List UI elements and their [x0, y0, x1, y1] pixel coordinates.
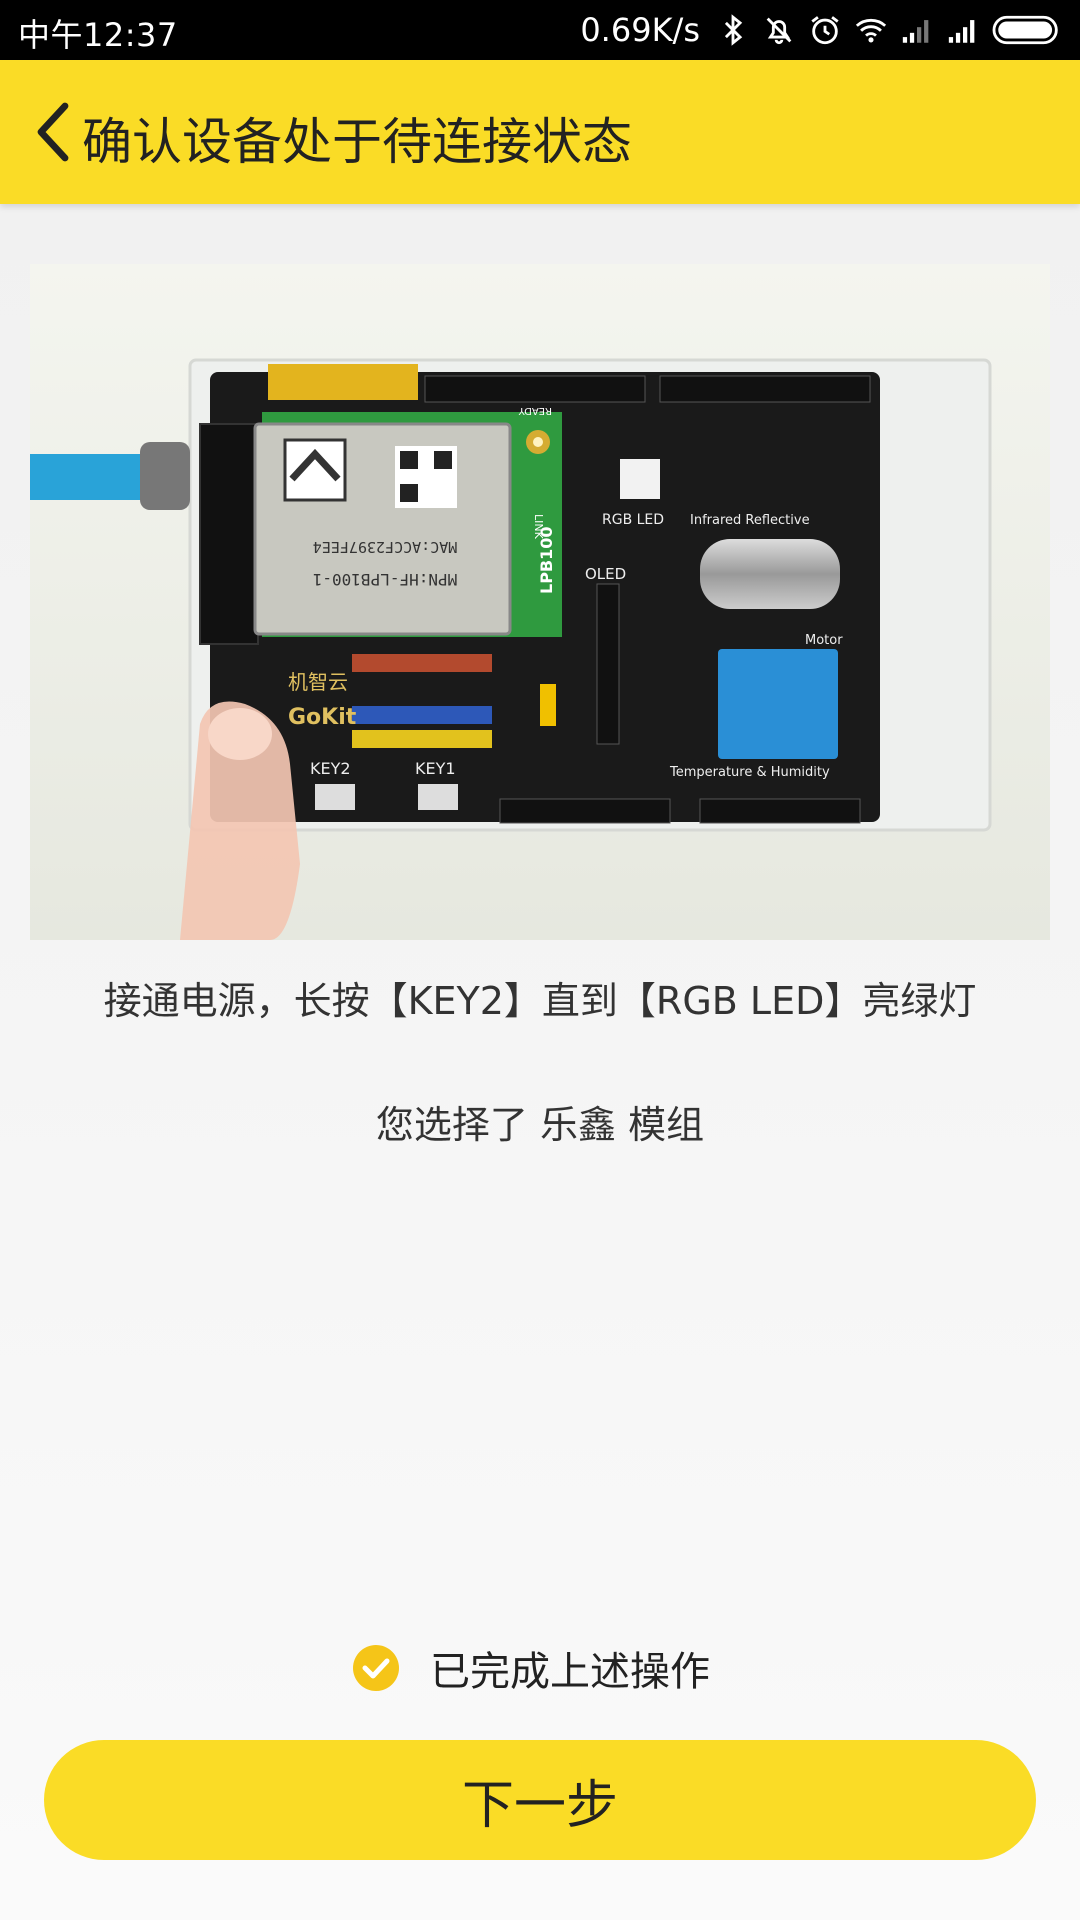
- oled-text: OLED: [585, 565, 626, 583]
- module-mac-text: MAC:ACCF2397FEE4: [313, 538, 458, 556]
- status-icons: 0.69K/s: [580, 0, 1064, 60]
- bluetooth-icon: [716, 13, 750, 47]
- key2-text: KEY2: [310, 759, 351, 778]
- link-text: LINK: [532, 514, 545, 540]
- chevron-left-icon: [37, 102, 69, 162]
- brand-text: 机智云: [288, 670, 348, 694]
- infrared-text: Infrared Reflective: [690, 513, 810, 528]
- wifi-icon: [854, 13, 888, 47]
- selected-module-text: 您选择了 乐鑫 模组: [375, 1103, 705, 1147]
- key1-text: KEY1: [415, 759, 456, 778]
- header-bar: 确认设备处于待连接状态: [0, 60, 1080, 204]
- temp-humidity-text: Temperature & Humidity: [669, 765, 830, 780]
- alarm-icon: [808, 13, 842, 47]
- signal-icon: [946, 13, 980, 47]
- ready-text: READY: [518, 405, 552, 416]
- signal-icon: [900, 13, 934, 47]
- confirm-checkbox[interactable]: 已完成上述操作: [352, 1640, 710, 1696]
- page-title: 确认设备处于待连接状态: [82, 113, 632, 171]
- status-bar: 中午12:37 0.69K/s: [0, 0, 1080, 60]
- rgb-led-text: RGB LED: [602, 512, 664, 528]
- next-button[interactable]: 下一步: [44, 1740, 1036, 1860]
- module-mpn-text: MPN:HF-LPB100-1: [313, 570, 458, 589]
- instruction-text: 接通电源，长按【KEY2】直到【RGB LED】亮绿灯: [103, 979, 977, 1023]
- motor-text: Motor: [805, 633, 843, 648]
- network-speed: 0.69K/s: [580, 11, 700, 49]
- device-image: MAC:ACCF2397FEE4 MPN:HF-LPB100-1 LPB100 …: [30, 264, 1050, 940]
- battery-icon: [992, 13, 1064, 47]
- confirm-label: 已完成上述操作: [430, 1649, 710, 1695]
- mute-icon: [762, 13, 796, 47]
- checkmark-circle-icon[interactable]: [352, 1644, 400, 1692]
- back-button[interactable]: [28, 96, 78, 168]
- gokit-text: GoKit: [288, 705, 357, 730]
- status-time: 中午12:37: [18, 16, 178, 54]
